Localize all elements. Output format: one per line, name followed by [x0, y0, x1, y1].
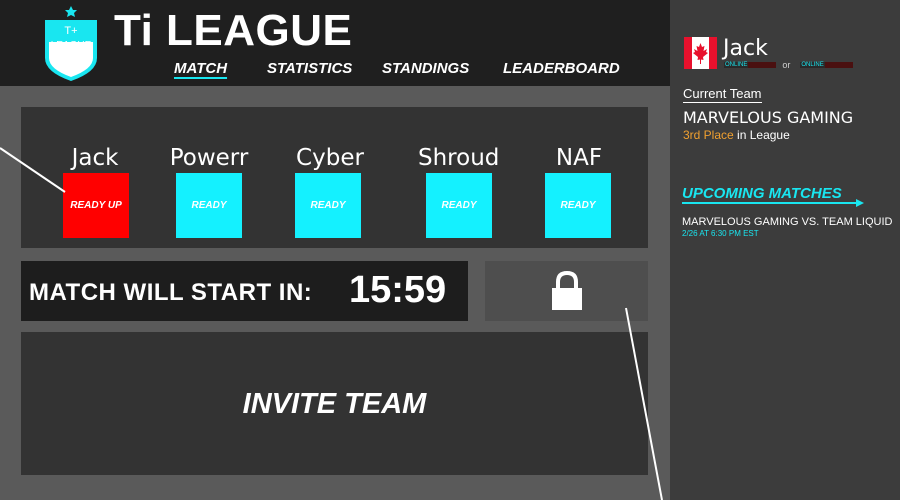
status-online-option[interactable]: ONLINE: [724, 62, 777, 68]
player-slot-naf: NAF: [539, 145, 619, 171]
upcoming-match-title[interactable]: MARVELOUS GAMING VS. TEAM LIQUID: [682, 216, 892, 228]
user-name: Jack: [723, 36, 768, 61]
nav-standings[interactable]: STANDINGS: [382, 60, 469, 77]
player-slot-shroud: Shroud: [418, 145, 500, 171]
player-name: Jack: [71, 145, 119, 171]
nav-statistics[interactable]: STATISTICS: [267, 60, 352, 77]
match-countdown: MATCH WILL START IN: 15:59: [21, 261, 468, 321]
current-team-label: Current Team: [683, 86, 762, 103]
team-name: MARVELOUS GAMING: [683, 108, 854, 127]
app-title: Ti LEAGUE: [114, 6, 353, 55]
app-root: T+ LEAGUE Ti LEAGUE MATCH STATISTICS STA…: [0, 0, 900, 500]
invite-team-label: INVITE TEAM: [242, 388, 427, 420]
status-online-option[interactable]: ONLINE: [800, 62, 853, 68]
ready-badge: READY: [176, 173, 242, 238]
place-rank: 3rd Place: [683, 128, 734, 142]
profile-sidebar: Jack ONLINE or ONLINE Current Team MARVE…: [670, 0, 900, 500]
player-name: NAF: [555, 145, 603, 171]
player-slot-jack: Jack: [55, 145, 135, 171]
league-logo: T+ LEAGUE: [45, 6, 97, 81]
upcoming-match-time: 2/26 AT 6:30 PM EST: [682, 229, 759, 238]
canada-flag-icon: [684, 37, 717, 69]
countdown-value: 15:59: [349, 269, 447, 311]
status-online-label: ONLINE: [801, 62, 824, 68]
player-slot-cyber: Cyber: [290, 145, 370, 171]
player-name: Shroud: [418, 145, 500, 171]
invite-team-button[interactable]: INVITE TEAM: [21, 332, 648, 475]
countdown-label: MATCH WILL START IN:: [29, 279, 313, 306]
status-options: ONLINE or ONLINE: [724, 60, 853, 70]
arrow-right-icon: [682, 199, 864, 207]
status-offline-segment: [748, 62, 777, 68]
ready-badge: READY: [545, 173, 611, 238]
nav-leaderboard[interactable]: LEADERBOARD: [503, 60, 620, 77]
nav-match[interactable]: MATCH: [174, 60, 227, 77]
header: T+ LEAGUE Ti LEAGUE MATCH STATISTICS STA…: [0, 0, 670, 86]
team-place: 3rd Place in League: [683, 128, 790, 142]
player-name: Cyber: [296, 145, 364, 171]
player-slot-powerr: Powerr: [169, 145, 249, 171]
status-offline-segment: [824, 62, 853, 68]
status-online-label: ONLINE: [725, 62, 748, 68]
lock-icon: [552, 271, 582, 310]
ready-up-button[interactable]: READY UP: [63, 173, 129, 238]
svg-text:LEAGUE: LEAGUE: [51, 40, 92, 51]
svg-text:T+: T+: [64, 25, 77, 37]
lock-button[interactable]: [485, 261, 648, 321]
status-or-label: or: [782, 60, 791, 70]
team-ready-panel: Jack READY UP Powerr READY Cyber READY S…: [21, 107, 648, 248]
player-name: Powerr: [169, 145, 249, 171]
ready-badge: READY: [295, 173, 361, 238]
place-suffix: in League: [737, 128, 790, 142]
ready-badge: READY: [426, 173, 492, 238]
